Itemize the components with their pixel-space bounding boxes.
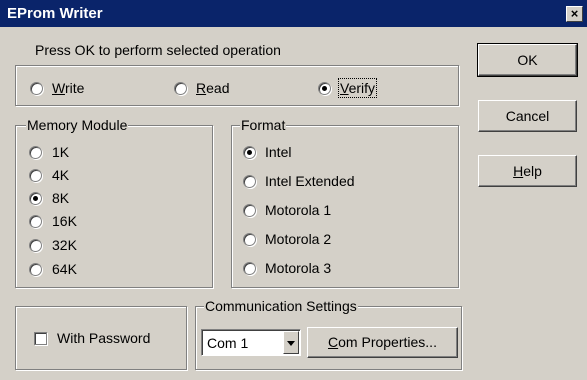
com-port-value: Com 1 [207, 335, 249, 351]
format-label: Format [240, 117, 287, 133]
memory-8k-radio[interactable] [29, 192, 42, 205]
write-rest: rite [64, 80, 85, 96]
with-password-label[interactable]: With Password [57, 330, 150, 346]
verify-accel: V [340, 80, 349, 96]
verify-radio[interactable] [318, 82, 331, 95]
com-properties-accel: C [328, 334, 339, 350]
format-motorola-2-radio[interactable] [243, 233, 256, 246]
write-label[interactable]: Write [52, 80, 84, 96]
memory-32k-label[interactable]: 32K [52, 237, 77, 253]
format-motorola-2-label[interactable]: Motorola 2 [265, 231, 331, 247]
read-radio[interactable] [174, 82, 187, 95]
memory-16k-label[interactable]: 16K [52, 213, 77, 229]
communication-label: Communication Settings [204, 298, 358, 314]
verify-rest: erify [348, 80, 376, 96]
read-accel: R [196, 80, 207, 96]
read-rest: ead [206, 80, 230, 96]
memory-8k-label[interactable]: 8K [52, 190, 69, 206]
verify-radio-dot [322, 86, 327, 91]
format-intel-label[interactable]: Intel [265, 144, 291, 160]
com-port-select[interactable]: Com 1 [201, 329, 301, 356]
memory-1k-radio[interactable] [29, 146, 42, 159]
format-intel-radio-dot [247, 150, 252, 155]
memory-4k-label[interactable]: 4K [52, 167, 69, 183]
format-motorola-3-label[interactable]: Motorola 3 [265, 260, 331, 276]
memory-module-label: Memory Module [26, 117, 129, 133]
memory-1k-label[interactable]: 1K [52, 144, 69, 160]
com-properties-button[interactable]: Com Properties... [307, 327, 458, 358]
com-properties-rest: om Properties... [338, 334, 437, 350]
format-motorola-3-radio[interactable] [243, 262, 256, 275]
close-icon[interactable]: × [566, 6, 583, 22]
memory-16k-radio[interactable] [29, 215, 42, 228]
window-title: EProm Writer [7, 5, 103, 22]
memory-64k-label[interactable]: 64K [52, 261, 77, 277]
help-accel: H [513, 163, 524, 179]
write-accel: W [52, 80, 65, 96]
format-motorola-1-label[interactable]: Motorola 1 [265, 202, 331, 218]
memory-32k-radio[interactable] [29, 239, 42, 252]
memory-8k-radio-dot [33, 196, 38, 201]
read-label[interactable]: Read [196, 80, 229, 96]
format-intel-extended-label[interactable]: Intel Extended [265, 173, 355, 189]
title-bar[interactable]: EProm Writer × [0, 0, 587, 27]
format-intel-extended-radio[interactable] [243, 175, 256, 188]
format-intel-radio[interactable] [243, 146, 256, 159]
memory-64k-radio[interactable] [29, 263, 42, 276]
memory-4k-radio[interactable] [29, 169, 42, 182]
help-rest: elp [523, 163, 542, 179]
ok-button[interactable]: OK [477, 43, 578, 77]
memory-module-group [15, 125, 213, 288]
cancel-button[interactable]: Cancel [478, 100, 577, 132]
chevron-down-icon[interactable] [283, 331, 299, 354]
write-radio[interactable] [30, 82, 43, 95]
instructions-text: Press OK to perform selected operation [35, 42, 281, 58]
verify-label[interactable]: Verify [337, 78, 378, 98]
format-motorola-1-radio[interactable] [243, 204, 256, 217]
with-password-checkbox[interactable] [34, 332, 47, 345]
eprom-writer-dialog: EProm Writer × Press OK to perform selec… [0, 0, 587, 380]
help-button[interactable]: Help [478, 155, 577, 187]
